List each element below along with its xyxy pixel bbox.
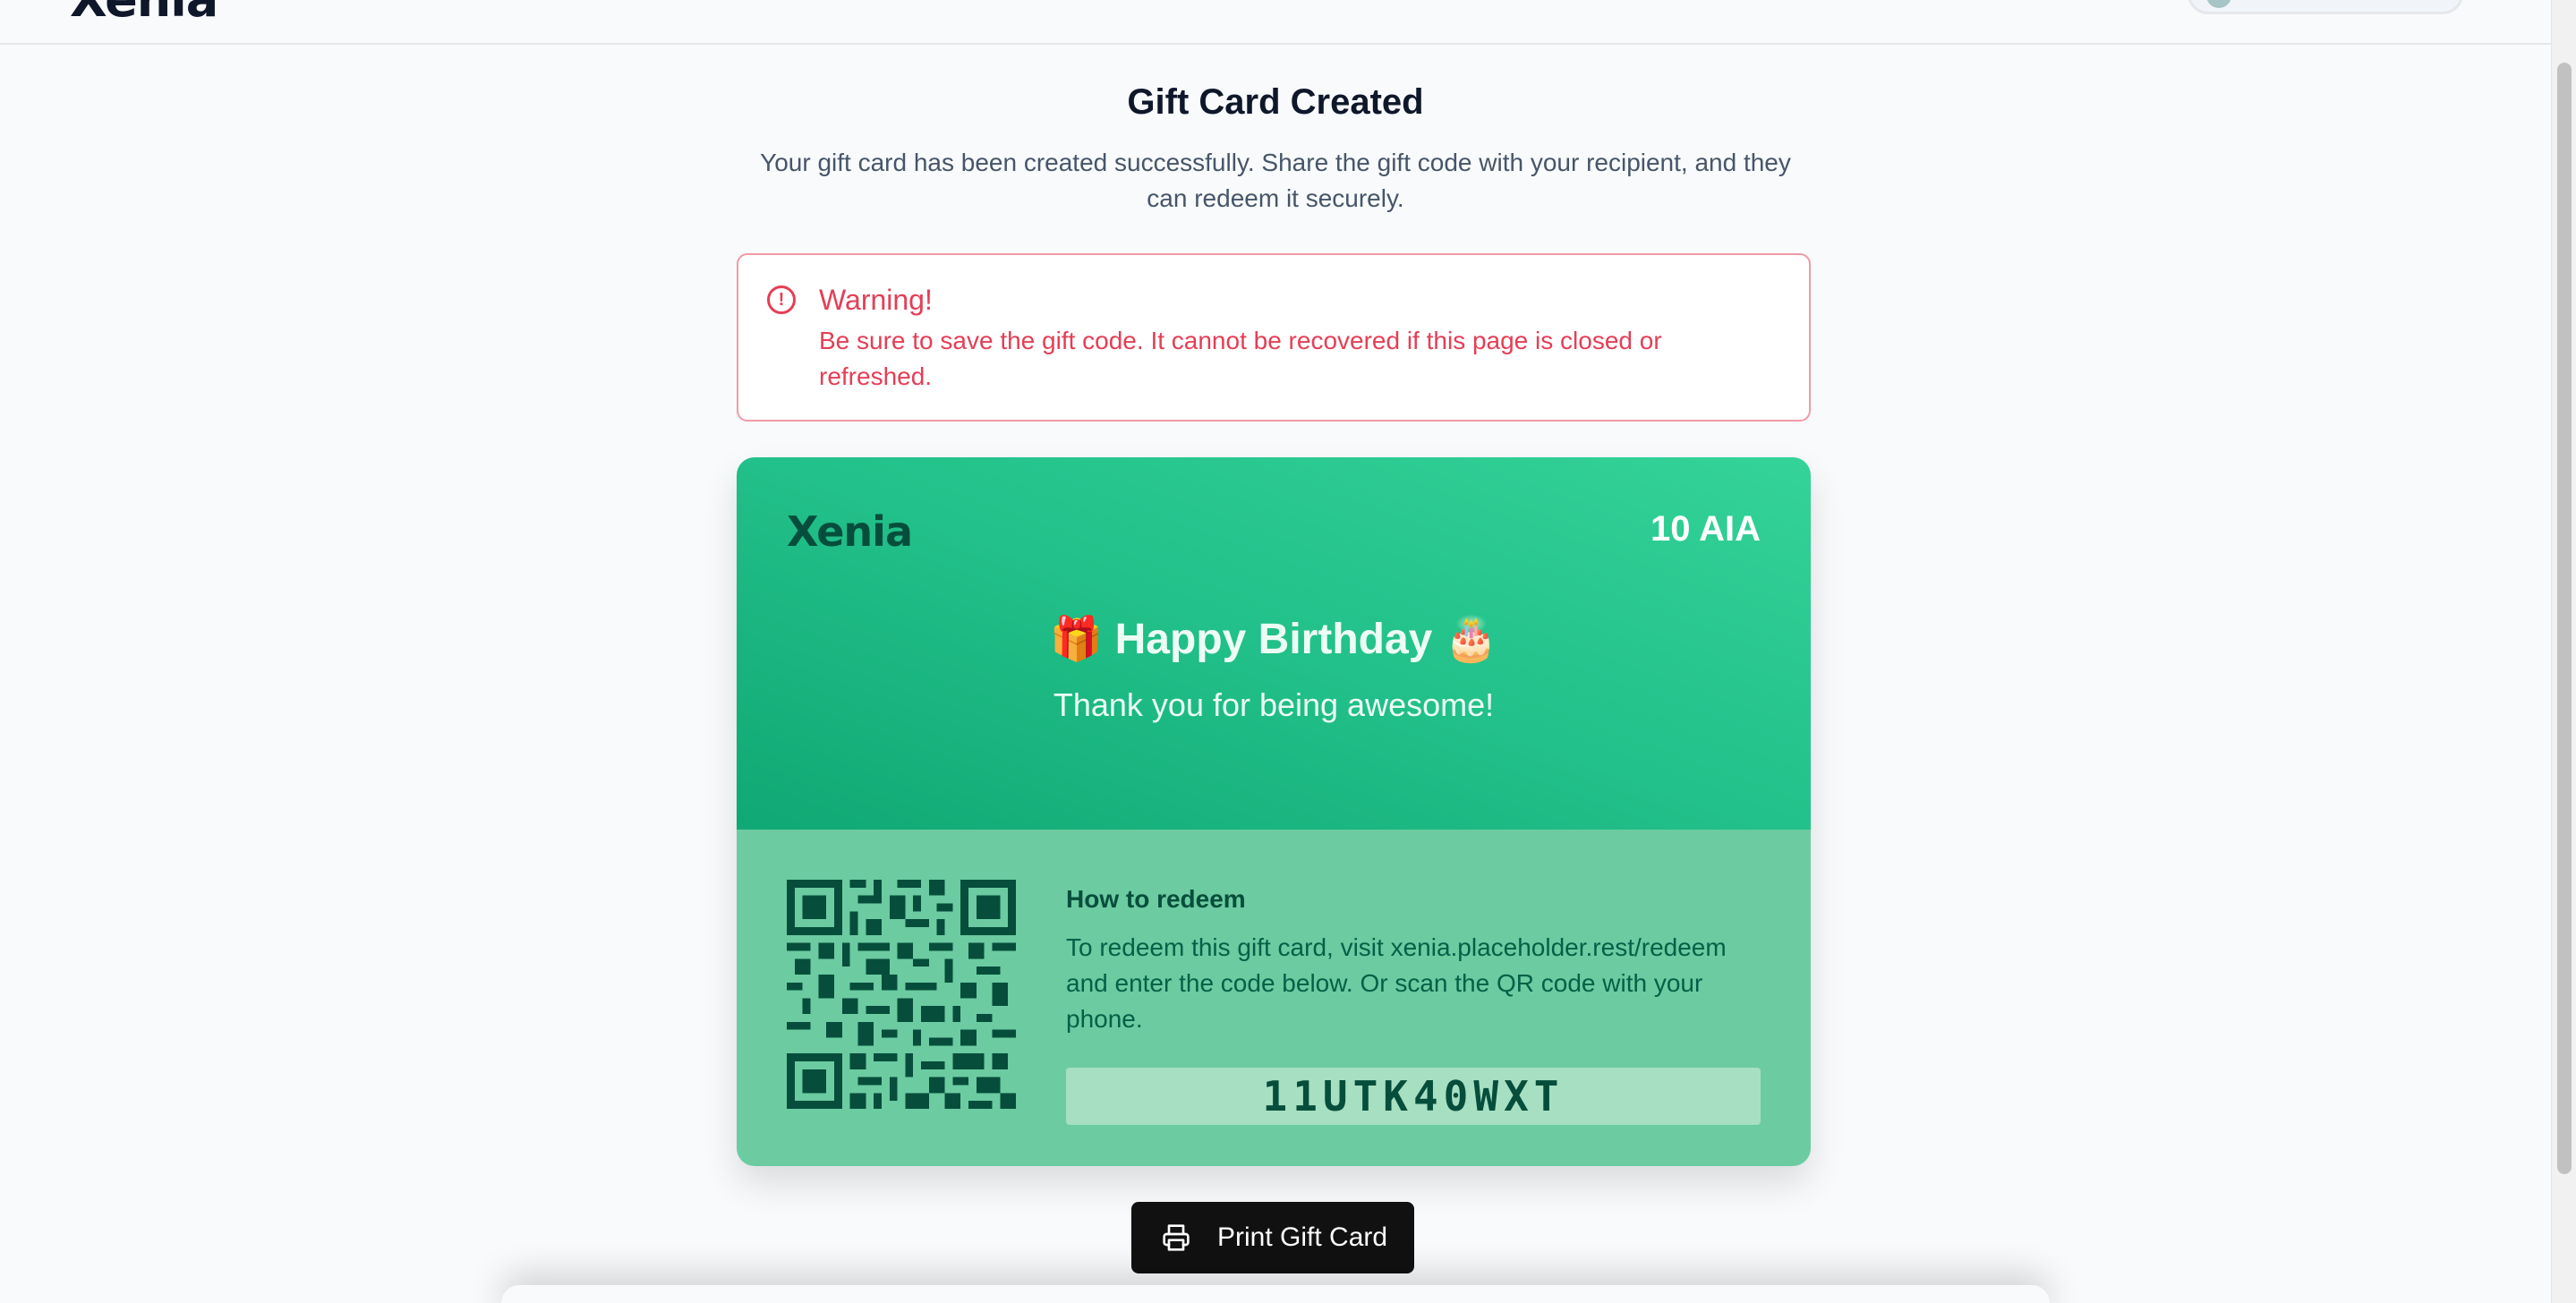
gift-card-redeem-section: How to redeem To redeem this gift card, …	[737, 830, 1811, 1166]
page-title: Gift Card Created	[1127, 82, 1424, 122]
print-button-label: Print Gift Card	[1217, 1222, 1388, 1252]
print-gift-card-button[interactable]: Print Gift Card	[1131, 1202, 1414, 1273]
gift-card-headline: 🎁 Happy Birthday 🎂	[1049, 616, 1498, 663]
qr-code-icon	[787, 880, 1016, 1109]
avatar	[2206, 0, 2231, 8]
next-section-edge	[501, 1285, 2050, 1303]
warning-alert: ! Warning! Be sure to save the gift code…	[737, 253, 1811, 422]
gift-card-header: Xenia 10 AIA 🎁 Happy Birthday 🎂 Thank yo…	[737, 457, 1811, 830]
warning-title: Warning!	[819, 284, 933, 316]
scrollbar-thumb[interactable]	[2557, 63, 2572, 1174]
gift-card-brand: Xenia	[787, 507, 913, 556]
gift-card: Xenia 10 AIA 🎁 Happy Birthday 🎂 Thank yo…	[737, 457, 1811, 1166]
alert-circle-icon: !	[767, 285, 796, 314]
gift-code[interactable]: 11UTK40WXT	[1066, 1068, 1761, 1125]
page-scrollbar[interactable]	[2551, 0, 2576, 1303]
app-logo[interactable]: Xenia	[70, 0, 218, 28]
gift-card-tagline: Thank you for being awesome!	[1053, 686, 1495, 723]
warning-body: Be sure to save the gift code. It cannot…	[819, 327, 1662, 390]
gift-card-amount: 10 AIA	[1650, 509, 1761, 549]
top-navigation-bar: Xenia	[0, 0, 2551, 45]
account-menu-button[interactable]	[2188, 0, 2463, 14]
page-description: Your gift card has been created successf…	[760, 149, 1791, 212]
redeem-title: How to redeem	[1066, 885, 1246, 913]
redeem-instructions: To redeem this gift card, visit xenia.pl…	[1066, 933, 1727, 1033]
printer-icon	[1163, 1224, 1190, 1251]
